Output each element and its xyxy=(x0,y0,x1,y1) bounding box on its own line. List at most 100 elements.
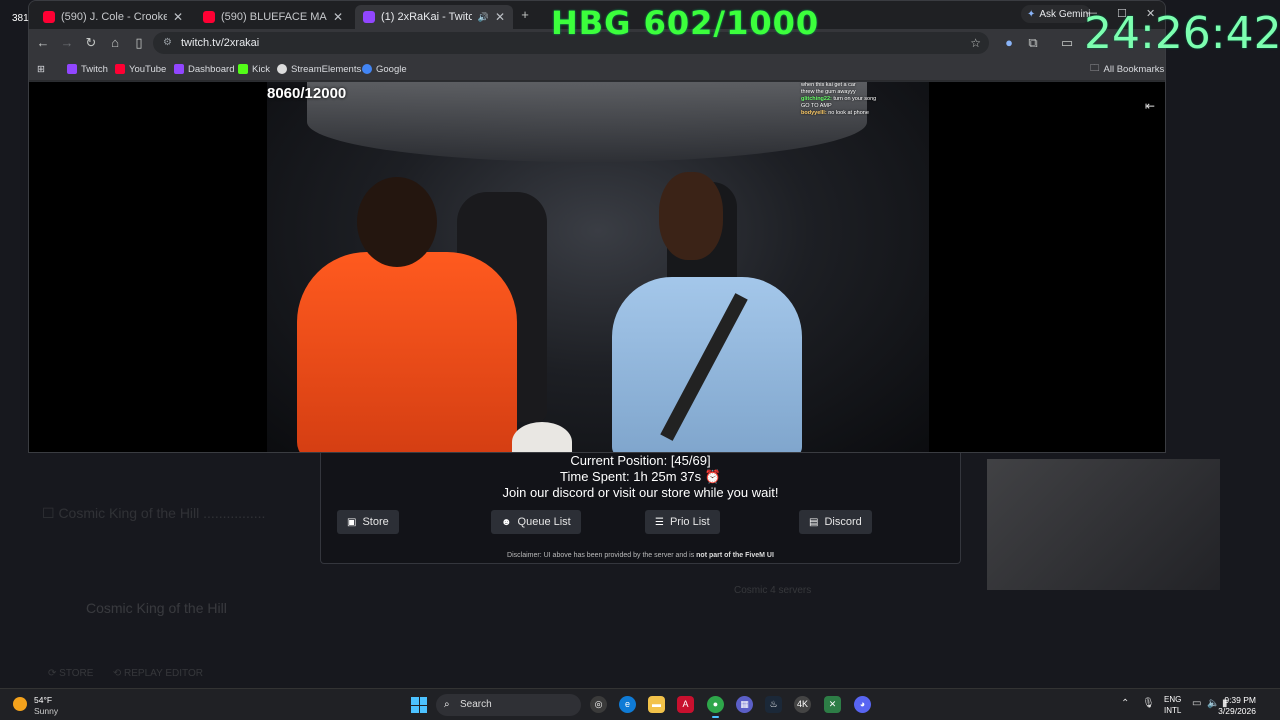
bookmark-label: Kick xyxy=(252,63,270,75)
language-indicator[interactable]: ENG xyxy=(1164,695,1181,704)
tab-label: (590) J. Cole - Crooked Sm xyxy=(61,11,167,23)
search-icon: ⌕ xyxy=(444,699,450,710)
discord-app-icon[interactable]: ◕ xyxy=(854,696,871,713)
twitch-icon xyxy=(174,64,184,74)
file-explorer-app-icon[interactable]: ▬ xyxy=(648,696,665,713)
copilot-app-icon[interactable]: ◎ xyxy=(590,696,607,713)
discord-button-label: Discord xyxy=(824,516,862,528)
stream-video[interactable]: 8060/12000 when this kai get a car threw… xyxy=(267,82,929,452)
windows-start-icon[interactable] xyxy=(411,697,427,713)
youtube-icon xyxy=(115,64,125,74)
kick-icon xyxy=(238,64,248,74)
tab-youtube-blueface[interactable]: (590) BLUEFACE MADE THE GIR ✕ xyxy=(195,5,351,29)
plus-icon[interactable]: + xyxy=(517,7,533,23)
taskbar-search-label: Search xyxy=(460,699,492,710)
clock-time[interactable]: 9:39 PM xyxy=(1224,695,1256,705)
close-icon[interactable]: ✕ xyxy=(495,10,505,24)
google-icon xyxy=(362,64,372,74)
users-icon: ☻ xyxy=(501,516,512,528)
display-icon[interactable]: ▭ xyxy=(1192,698,1201,709)
microphone-icon[interactable]: 🎙 xyxy=(1142,698,1155,709)
address-bar-url: twitch.tv/2xrakai xyxy=(181,37,260,49)
tab-label: (1) 2xRaKai - Twitch xyxy=(381,11,472,23)
bookmark-star-icon[interactable]: ☆ xyxy=(970,32,981,54)
store-button-label: Store xyxy=(362,516,389,528)
bookmark-label: Google xyxy=(376,63,407,75)
disclaimer-text: Disclaimer: UI above has been provided b… xyxy=(507,552,774,559)
queue-position: Current Position: [45/69] xyxy=(570,453,711,468)
tab-twitch[interactable]: (1) 2xRaKai - Twitch 🔊 ✕ xyxy=(355,5,513,29)
queue-time-spent: Time Spent: 1h 25m 37s ⏰ xyxy=(560,469,721,484)
discord-button[interactable]: ▤ Discord xyxy=(799,510,872,534)
browser-window: (590) J. Cole - Crooked Sm ✕ (590) BLUEF… xyxy=(28,0,1166,453)
folder-icon: 🗀 xyxy=(1090,63,1100,74)
camera-icon: ▣ xyxy=(347,516,357,528)
bookmark-dashboard[interactable]: Dashboard xyxy=(174,61,234,77)
chrome-app-icon[interactable]: ● xyxy=(707,696,724,718)
media-app-icon[interactable]: ▦ xyxy=(736,696,753,713)
ask-gemini-label: Ask Gemini xyxy=(1039,8,1091,20)
windows-taskbar: 54°F Sunny ⌕ Search ◎ e ▬ A ● ▦ ♨ 4K ✕ ◕… xyxy=(0,688,1280,720)
queue-list-button-label: Queue List xyxy=(517,516,571,528)
store-button[interactable]: ▣ Store xyxy=(337,510,399,534)
stream-chat-overlay: when this kai get a car threw the gum aw… xyxy=(801,82,877,116)
list-icon: ☰ xyxy=(655,516,664,528)
collapse-arrow-icon[interactable]: ⇤ xyxy=(1145,99,1155,113)
prio-list-button-label: Prio List xyxy=(669,516,710,528)
prio-list-button[interactable]: ☰ Prio List xyxy=(645,510,720,534)
hbg-counter: HBG 602/1000 xyxy=(551,4,820,42)
queue-panel: Current Position: [45/69] Time Spent: 1h… xyxy=(320,453,961,564)
adobe-app-icon[interactable]: A xyxy=(677,696,694,713)
sun-weather-icon[interactable] xyxy=(13,697,27,711)
bookmark-label: StreamElements xyxy=(291,63,362,75)
home-icon[interactable]: ⌂ xyxy=(107,35,123,51)
youtube-favicon-icon xyxy=(43,11,55,23)
bookmark-streamelements[interactable]: StreamElements xyxy=(277,61,361,77)
streamelements-icon xyxy=(277,64,287,74)
twitch-icon xyxy=(67,64,77,74)
side-panel-icon[interactable]: ▯ xyxy=(131,35,147,51)
audio-playing-icon[interactable]: 🔊 xyxy=(478,12,489,23)
site-info-icon[interactable]: ⚙ xyxy=(163,32,172,54)
xbox-app-icon[interactable]: ✕ xyxy=(824,696,841,713)
bookmark-google[interactable]: Google xyxy=(362,61,407,77)
stream-goal-counter: 8060/12000 xyxy=(267,85,347,102)
chevron-up-icon[interactable]: ⌃ xyxy=(1121,698,1129,709)
reload-icon[interactable]: ↻ xyxy=(83,35,99,51)
weather-temperature[interactable]: 54°F xyxy=(34,695,52,705)
gemini-sparkle-icon: ✦ xyxy=(1027,8,1036,20)
close-icon[interactable]: ✕ xyxy=(333,10,343,24)
tab-label: (590) BLUEFACE MADE THE GIR xyxy=(221,11,327,23)
keyboard-layout-indicator[interactable]: INTL xyxy=(1164,706,1181,715)
twitch-player[interactable]: 8060/12000 when this kai get a car threw… xyxy=(29,82,1165,452)
cast-icon[interactable]: ▭ xyxy=(1059,35,1075,51)
extension-shield-icon[interactable]: ● xyxy=(1001,35,1017,51)
queue-join-message: Join our discord or visit our store whil… xyxy=(502,485,779,500)
youtube-favicon-icon xyxy=(203,11,215,23)
bookmark-youtube[interactable]: YouTube xyxy=(115,61,166,77)
queue-list-button[interactable]: ☻ Queue List xyxy=(491,510,581,534)
forward-arrow-icon[interactable]: → xyxy=(59,35,75,51)
clock-date[interactable]: 3/29/2026 xyxy=(1218,706,1256,716)
stream-timer: 24:26:42 xyxy=(1084,8,1280,59)
background-poster-image xyxy=(987,459,1220,590)
all-bookmarks-label: All Bookmarks xyxy=(1103,63,1165,75)
bookmarks-bar: ⊞ Twitch YouTube Dashboard Kick StreamEl… xyxy=(29,57,1165,81)
4k-app-icon[interactable]: 4K xyxy=(794,696,811,713)
tab-youtube-jcole[interactable]: (590) J. Cole - Crooked Sm ✕ xyxy=(35,5,191,29)
extensions-puzzle-icon[interactable]: ⧉ xyxy=(1025,35,1041,51)
edge-app-icon[interactable]: e xyxy=(619,696,636,713)
bookmark-twitch[interactable]: Twitch xyxy=(67,61,108,77)
back-arrow-icon[interactable]: ← xyxy=(35,35,51,51)
apps-grid-icon[interactable]: ⊞ xyxy=(37,61,45,77)
taskbar-search[interactable]: ⌕ Search xyxy=(436,694,581,716)
discord-icon: ▤ xyxy=(809,516,819,528)
ask-gemini-button[interactable]: ✦ Ask Gemini xyxy=(1021,5,1091,23)
twitch-favicon-icon xyxy=(363,11,375,23)
all-bookmarks-button[interactable]: 🗀 All Bookmarks xyxy=(1090,61,1164,77)
steam-app-icon[interactable]: ♨ xyxy=(765,696,782,713)
weather-description[interactable]: Sunny xyxy=(34,706,58,716)
bookmark-kick[interactable]: Kick xyxy=(238,61,270,77)
bookmark-label: YouTube xyxy=(129,63,167,75)
close-icon[interactable]: ✕ xyxy=(173,10,183,24)
